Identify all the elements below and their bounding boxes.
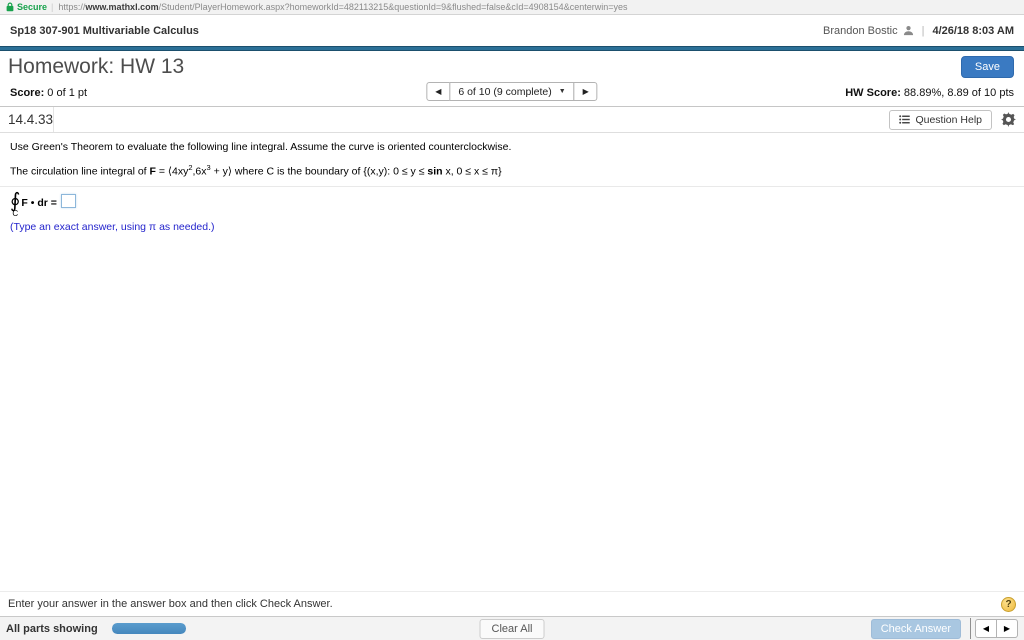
address-bar-divider: | <box>51 2 54 12</box>
datetime: 4/26/18 8:03 AM <box>932 24 1014 37</box>
parts-status: All parts showing <box>6 622 98 635</box>
page-title: Homework: HW 13 <box>8 55 185 78</box>
question-content: Use Green's Theorem to evaluate the foll… <box>0 133 1024 233</box>
progress-bar <box>111 623 186 634</box>
hw-score-text: HW Score: 88.89%, 8.89 of 10 pts <box>845 86 1014 99</box>
question-statement: Use Green's Theorem to evaluate the foll… <box>10 141 512 153</box>
course-title: Sp18 307-901 Multivariable Calculus <box>10 24 199 37</box>
answer-equation: ∮ C F • dr = <box>10 190 1014 218</box>
next-icon: ▶ <box>1003 624 1011 633</box>
secure-label: Secure <box>17 2 48 12</box>
question-formula: The circulation line integral of F = ⟨4x… <box>10 163 502 178</box>
hint-text: Enter your answer in the answer box and … <box>8 598 333 610</box>
footer-divider <box>970 618 971 639</box>
page-url[interactable]: https://www.mathxl.com/Student/PlayerHom… <box>58 2 627 12</box>
prev-icon: ◀ <box>982 624 990 633</box>
settings-button[interactable] <box>1001 112 1016 127</box>
question-bar: 14.4.33 Question Help <box>0 107 1024 133</box>
footer-prev-button[interactable]: ◀ <box>975 619 997 638</box>
title-row: Homework: HW 13 Save <box>0 51 1024 81</box>
integrand: F • dr = <box>21 196 57 209</box>
question-divider <box>0 185 1024 187</box>
question-select-dropdown[interactable]: 6 of 10 (9 complete) ▼ <box>449 82 575 101</box>
footer-next-button[interactable]: ▶ <box>996 619 1018 638</box>
oint-symbol: ∮ <box>10 187 21 212</box>
question-help-button[interactable]: Question Help <box>889 109 992 130</box>
site-header: Sp18 307-901 Multivariable Calculus Bran… <box>0 15 1024 46</box>
mathxl-homework-page: { "colors": { "accent_bar": "#2b7097", "… <box>0 0 1024 640</box>
save-button[interactable]: Save <box>960 56 1014 78</box>
next-icon: ▶ <box>582 87 589 96</box>
list-icon <box>899 115 911 124</box>
help-icon[interactable]: ? <box>1001 596 1016 612</box>
answer-note: (Type an exact answer, using π as needed… <box>10 220 215 233</box>
prev-question-button[interactable]: ◀ <box>426 82 451 101</box>
clear-all-button[interactable]: Clear All <box>479 618 545 639</box>
integral-subscript: C <box>12 208 19 218</box>
contour-integral: ∮ C <box>10 190 20 218</box>
user-area: Brandon Bostic | 4/26/18 8:03 AM <box>823 25 1014 37</box>
score-bar: Score: 0 of 1 pt ◀ 6 of 10 (9 complete) … <box>0 81 1024 107</box>
score-text: Score: 0 of 1 pt <box>10 86 88 99</box>
hint-row: Enter your answer in the answer box and … <box>0 591 1024 616</box>
lock-icon <box>6 2 14 12</box>
user-name: Brandon Bostic <box>823 24 898 37</box>
prev-icon: ◀ <box>435 87 442 96</box>
browser-address-bar[interactable]: Secure | https://www.mathxl.com/Student/… <box>0 0 1024 15</box>
user-icon[interactable] <box>903 25 914 36</box>
footer-toolbar: All parts showing Clear All Check Answer… <box>0 616 1024 640</box>
progress-bar-fill <box>111 623 186 634</box>
answer-input[interactable] <box>60 193 76 208</box>
gear-icon <box>1001 112 1016 127</box>
footer-right-controls: Check Answer ◀ ▶ <box>870 618 1018 639</box>
question-number: 14.4.33 <box>0 107 54 132</box>
caret-down-icon: ▼ <box>558 88 566 95</box>
question-nav-group: ◀ 6 of 10 (9 complete) ▼ ▶ <box>426 82 598 101</box>
check-answer-button[interactable]: Check Answer <box>870 618 961 639</box>
next-question-button[interactable]: ▶ <box>573 82 598 101</box>
header-separator: | <box>921 24 925 37</box>
